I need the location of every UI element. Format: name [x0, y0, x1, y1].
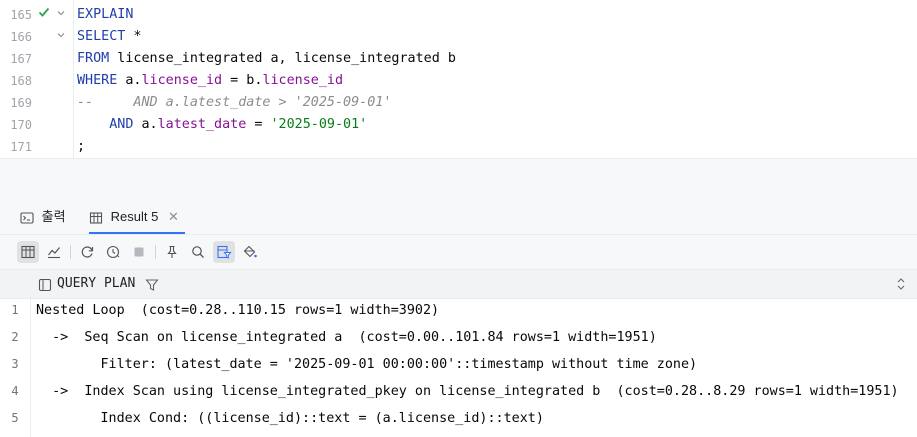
plan-cell[interactable]: Filter: (latest_date = '2025-09-01 00:00… [36, 351, 697, 378]
code-line-167[interactable]: 167 FROM license_integrated a, license_i… [0, 48, 917, 70]
tab-output[interactable]: 출력 [20, 200, 66, 234]
code-text: ; [77, 139, 86, 154]
toolbar-separator [70, 245, 71, 259]
sort-icon[interactable] [896, 276, 906, 295]
code-line-171[interactable]: 171 ; [0, 136, 917, 156]
line-number: 170 [10, 118, 32, 132]
plan-cell[interactable]: -> Seq Scan on license_integrated a (cos… [36, 324, 657, 351]
code-line-166[interactable]: 166 SELECT * [0, 26, 917, 48]
line-number: 169 [10, 96, 32, 110]
toolbar-separator [155, 245, 156, 259]
row-number: 4 [11, 384, 19, 398]
line-number: 168 [10, 74, 32, 88]
result-grid-header: QUERY PLAN [0, 269, 917, 299]
table-view-button[interactable] [17, 241, 39, 263]
chart-view-button[interactable] [43, 241, 65, 263]
history-clock-icon[interactable] [102, 241, 124, 263]
code-text: FROM license_integrated a, license_integ… [77, 51, 456, 66]
code-text: WHERE a.license_id = b.license_id [77, 73, 344, 88]
tab-output-label: 출력 [41, 209, 66, 224]
row-number: 2 [11, 330, 19, 344]
code-line-165[interactable]: 165 EXPLAIN [0, 4, 917, 26]
line-number: 166 [10, 30, 32, 44]
code-line-170[interactable]: 170 AND a.latest_date = '2025-09-01' [0, 114, 917, 136]
line-number: 171 [10, 140, 32, 154]
table-row[interactable]: 1 Nested Loop (cost=0.28..110.15 rows=1 … [0, 297, 917, 324]
code-text: SELECT * [77, 29, 142, 44]
row-number: 1 [11, 303, 19, 317]
pin-icon[interactable] [161, 241, 183, 263]
console-icon [20, 209, 34, 224]
code-line-169[interactable]: 169 -- AND a.latest_date > '2025-09-01' [0, 92, 917, 114]
results-toolbar [0, 235, 917, 269]
table-row[interactable]: 5 Index Cond: ((license_id)::text = (a.l… [0, 405, 917, 432]
paint-bucket-icon[interactable] [239, 241, 261, 263]
plan-cell[interactable]: Index Cond: ((license_id)::text = (a.lic… [36, 405, 543, 432]
refresh-button[interactable] [76, 241, 98, 263]
plan-cell[interactable]: -> Index Scan using license_integrated_p… [36, 378, 899, 405]
panel-divider [0, 158, 917, 201]
plan-cell[interactable]: Nested Loop (cost=0.28..110.15 rows=1 wi… [36, 297, 439, 324]
table-icon [89, 209, 103, 224]
code-text: EXPLAIN [77, 7, 134, 22]
code-line-168[interactable]: 168 WHERE a.license_id = b.license_id [0, 70, 917, 92]
sql-editor[interactable]: 165 EXPLAIN 166 SELECT * 167 FROM licens… [0, 0, 917, 158]
table-row[interactable]: 4 -> Index Scan using license_integrated… [0, 378, 917, 405]
tab-result-5[interactable]: Result 5 ✕ [89, 200, 185, 234]
code-text: AND a.latest_date = '2025-09-01' [109, 117, 368, 132]
filter-view-button[interactable] [213, 241, 235, 263]
row-number: 5 [11, 411, 19, 425]
table-row[interactable]: 3 Filter: (latest_date = '2025-09-01 00:… [0, 351, 917, 378]
fold-chevron-icon[interactable] [56, 4, 66, 26]
column-type-icon [38, 277, 52, 296]
filter-icon[interactable] [145, 277, 159, 296]
table-row[interactable]: 2 -> Seq Scan on license_integrated a (c… [0, 324, 917, 351]
column-header-query-plan[interactable]: QUERY PLAN [57, 270, 135, 298]
check-icon [38, 4, 50, 26]
results-tab-bar: 출력 Result 5 ✕ [0, 200, 917, 235]
result-grid: 1 Nested Loop (cost=0.28..110.15 rows=1 … [0, 297, 917, 437]
search-icon[interactable] [187, 241, 209, 263]
row-number: 3 [11, 357, 19, 371]
line-number: 165 [10, 8, 32, 22]
code-text: -- AND a.latest_date > '2025-09-01' [77, 95, 392, 110]
tab-result-label: Result 5 [110, 209, 159, 224]
fold-chevron-icon[interactable] [56, 26, 66, 48]
line-number: 167 [10, 52, 32, 66]
close-icon[interactable]: ✕ [168, 209, 179, 224]
stop-button[interactable] [128, 241, 150, 263]
